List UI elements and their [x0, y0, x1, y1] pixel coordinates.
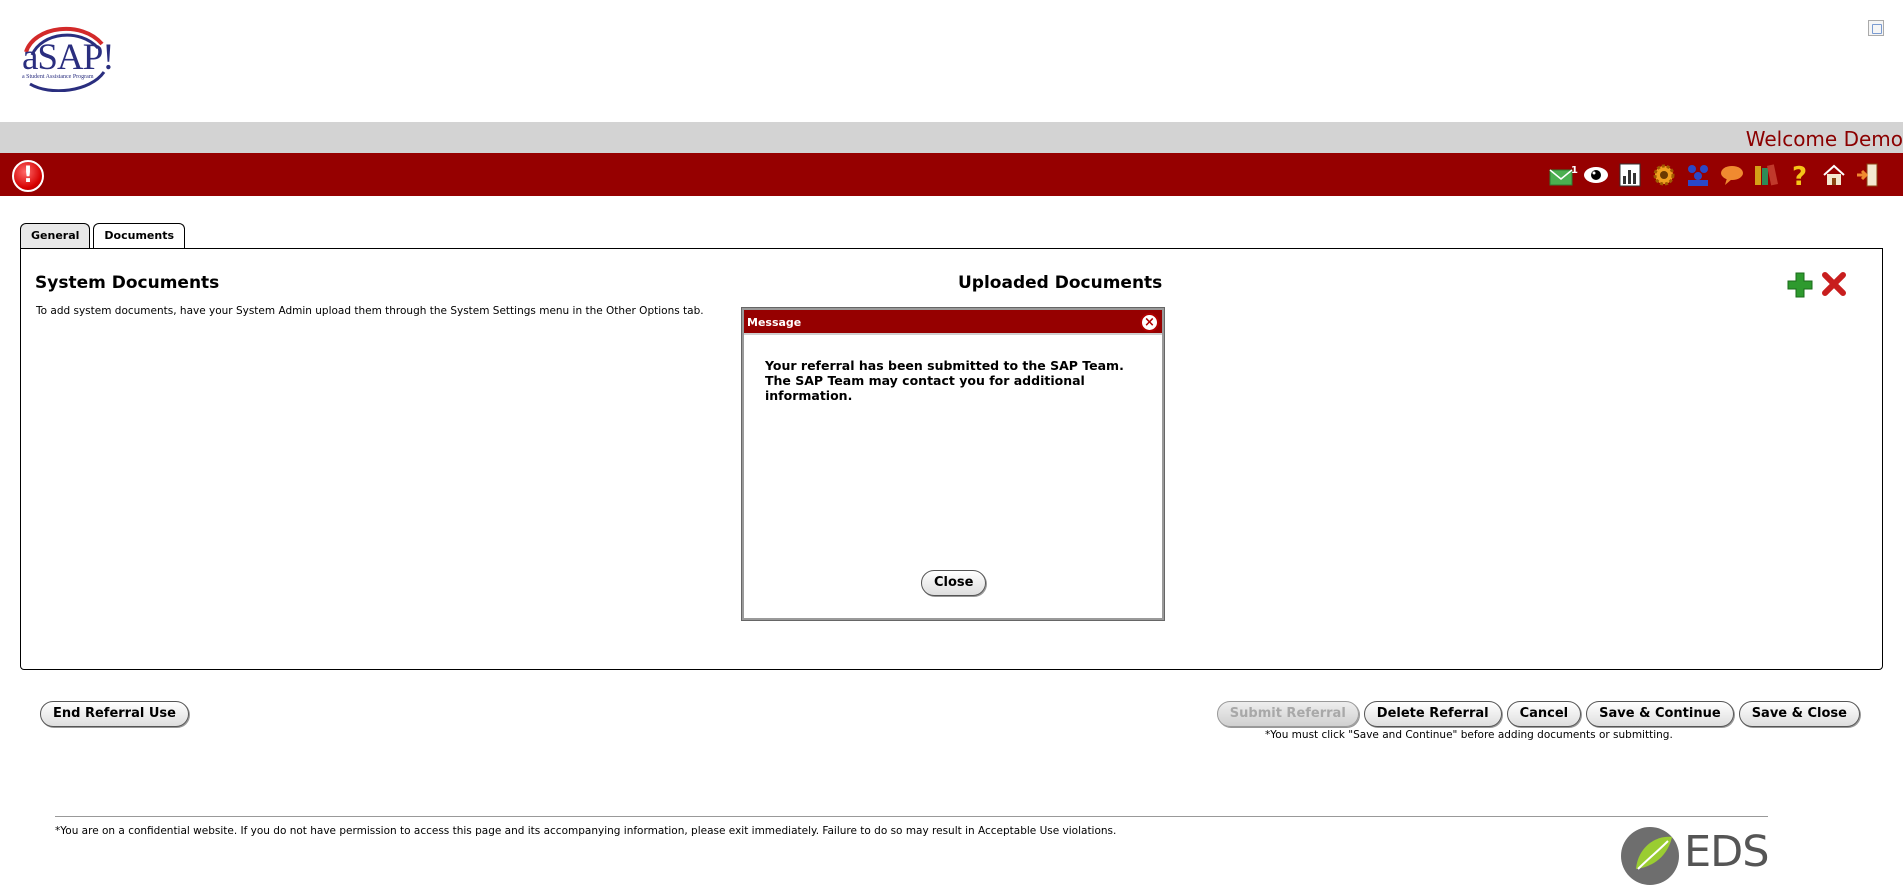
tab-bar: General Documents	[20, 223, 186, 250]
help-icon[interactable]: ?	[1787, 162, 1813, 192]
footer-divider	[55, 816, 1768, 817]
welcome-text: Welcome Demo	[1745, 127, 1903, 151]
logo-subtitle: a Student Assistance Program	[22, 74, 94, 80]
eds-logo-text: EDS	[1684, 827, 1770, 877]
books-icon[interactable]	[1753, 162, 1779, 188]
tab-documents[interactable]: Documents	[93, 223, 186, 250]
toolbar-icons: 1 ?	[1549, 161, 1881, 192]
end-referral-use-button[interactable]: End Referral Use	[40, 701, 189, 727]
delete-document-x-icon[interactable]	[1821, 271, 1847, 297]
tab-general[interactable]: General	[20, 223, 91, 249]
chat-bubble-icon[interactable]	[1719, 162, 1745, 188]
eye-icon[interactable]	[1583, 162, 1609, 188]
save-note: *You must click "Save and Continue" befo…	[1265, 729, 1673, 741]
eds-logo: EDS	[1620, 825, 1770, 887]
modal-close-icon[interactable]: ×	[1140, 313, 1159, 332]
broken-image-icon	[1868, 20, 1884, 36]
add-document-plus-icon[interactable]	[1786, 271, 1814, 299]
save-continue-button[interactable]: Save & Continue	[1586, 701, 1734, 727]
svg-text:?: ?	[1792, 162, 1807, 188]
home-icon[interactable]	[1821, 162, 1847, 188]
welcome-bar: Welcome Demo	[0, 122, 1903, 153]
header: aSAP! a Student Assistance Program	[0, 0, 1903, 122]
delete-referral-button[interactable]: Delete Referral	[1363, 701, 1502, 727]
logout-icon[interactable]	[1855, 162, 1881, 188]
logo-text: aSAP!	[22, 37, 115, 78]
system-documents-title: System Documents	[35, 273, 220, 293]
modal-title: Message	[747, 316, 802, 329]
save-close-button[interactable]: Save & Close	[1738, 701, 1860, 727]
alert-icon[interactable]: !	[12, 160, 44, 192]
mail-icon[interactable]: 1	[1549, 162, 1578, 188]
eds-leaf-icon	[1621, 827, 1679, 885]
mail-count: 1	[1571, 165, 1578, 176]
action-buttons: Submit Referral Delete Referral Cancel S…	[1216, 701, 1860, 727]
reports-icon[interactable]	[1617, 162, 1643, 188]
message-modal: Message × Your referral has been submitt…	[742, 308, 1164, 620]
modal-header: Message ×	[744, 310, 1162, 335]
asap-logo[interactable]: aSAP! a Student Assistance Program	[20, 22, 115, 92]
main-toolbar: ! 1 ?	[0, 153, 1903, 196]
settings-gear-icon[interactable]	[1651, 162, 1677, 188]
modal-message: Your referral has been submitted to the …	[765, 358, 1124, 403]
team-icon[interactable]	[1685, 162, 1711, 188]
confidential-notice: *You are on a confidential website. If y…	[55, 825, 1117, 837]
submit-referral-button[interactable]: Submit Referral	[1216, 701, 1359, 727]
system-documents-description: To add system documents, have your Syste…	[36, 305, 704, 317]
cancel-button[interactable]: Cancel	[1506, 701, 1582, 727]
uploaded-documents-title: Uploaded Documents	[958, 273, 1163, 293]
modal-close-button[interactable]: Close	[921, 570, 987, 596]
